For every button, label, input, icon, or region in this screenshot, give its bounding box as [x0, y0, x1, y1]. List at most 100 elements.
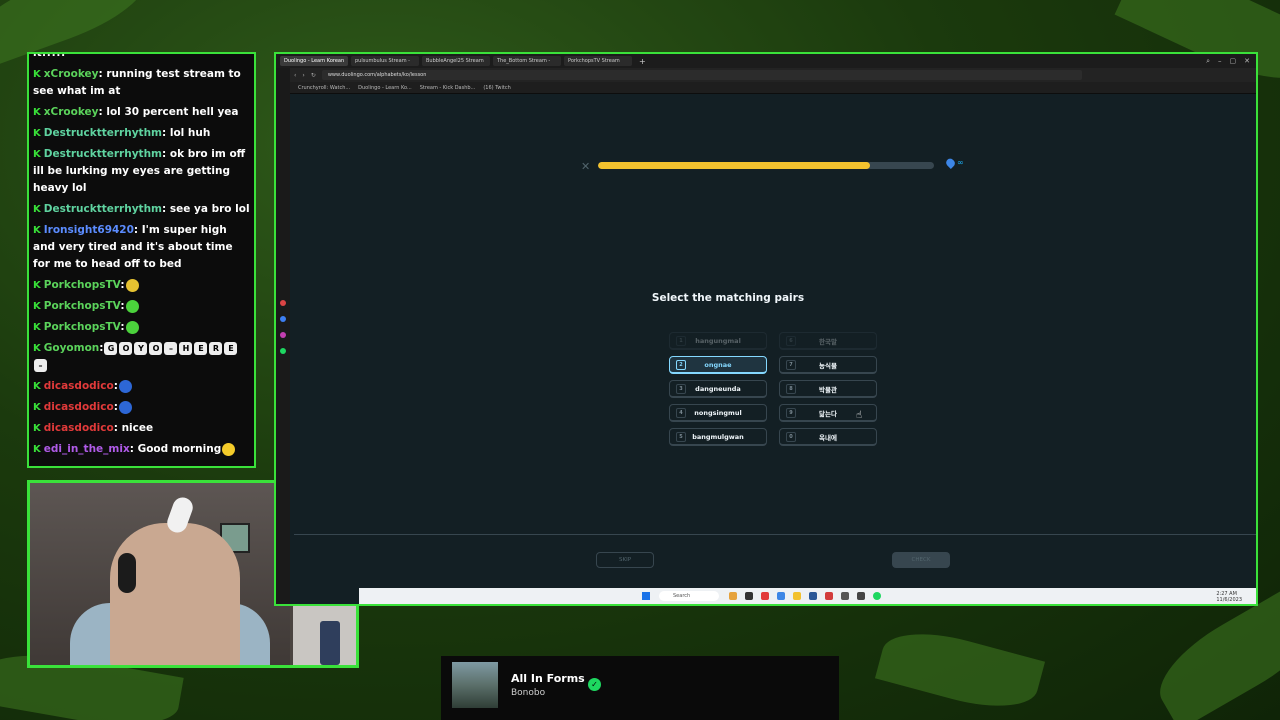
chat-message: KxCrookey: lol 30 percent hell yea — [33, 102, 250, 123]
chat-text: : lol huh — [162, 127, 211, 139]
taskbar-app-icon[interactable] — [793, 592, 801, 600]
chat-username[interactable]: Goyomon — [44, 342, 100, 354]
reload-icon[interactable]: ↻ — [311, 72, 316, 79]
browser-tabbar: Duolingo - Learn Korean pulsumbulus Stre… — [276, 54, 1256, 68]
minimize-icon[interactable]: – — [1218, 57, 1222, 66]
hangul-card[interactable]: 0 옥내에 — [779, 428, 877, 446]
bookmark-item[interactable]: Duolingo - Learn Ko... — [358, 85, 412, 91]
messenger-icon[interactable] — [280, 316, 286, 322]
back-icon[interactable]: ‹ — [294, 72, 296, 79]
romanization-card[interactable]: 2 ongnae — [669, 356, 767, 374]
windows-start-icon[interactable] — [642, 592, 650, 600]
hangul-card[interactable]: 8 박물관 — [779, 380, 877, 398]
system-tray-clock[interactable]: 2:27 AM 11/6/2023 — [1216, 591, 1242, 603]
card-number: 9 — [786, 407, 796, 418]
skip-button[interactable]: SKIP — [596, 552, 654, 568]
sub-badge-icon: K — [33, 402, 41, 413]
bookmark-item[interactable]: Stream - Kick Dashb... — [420, 85, 476, 91]
heart-icon — [944, 156, 957, 169]
close-lesson-icon[interactable]: ✕ — [581, 160, 590, 173]
bookmark-item[interactable]: Crunchyroll: Watch... — [298, 85, 350, 91]
sub-badge-icon: K — [33, 423, 41, 434]
chat-username[interactable]: Ironsight69420 — [44, 224, 134, 236]
browser-window: Duolingo - Learn Korean pulsumbulus Stre… — [274, 52, 1258, 606]
mouse-cursor-icon: ☝ — [856, 410, 863, 421]
taskbar-app-icon[interactable] — [809, 592, 817, 600]
sub-badge-icon: K — [33, 280, 41, 291]
chat-key-emote: E — [224, 341, 238, 355]
taskbar-app-icon[interactable] — [761, 592, 769, 600]
chat-message: K Ironsight69420: I'm super high and very… — [33, 220, 250, 275]
taskbar-app-icon[interactable] — [777, 592, 785, 600]
sub-badge-icon: K — [33, 343, 41, 354]
chat-text: : Good morning — [129, 443, 222, 455]
sub-badge-icon: K — [33, 149, 41, 160]
chat-text: : — [113, 380, 118, 392]
chat-key-emote: E — [194, 341, 208, 355]
card-number: 0 — [786, 431, 796, 442]
chat-emote-icon — [118, 379, 132, 393]
taskbar-app-icon[interactable] — [841, 592, 849, 600]
taskbar-app-icon[interactable] — [857, 592, 865, 600]
taskbar-app-icon[interactable] — [745, 592, 753, 600]
chat-username[interactable]: xCrookey — [44, 106, 99, 118]
hangul-card[interactable]: 7 농식물 — [779, 356, 877, 374]
stream-chat: folders etcKxCrookey: damnnnnn bro get i… — [27, 52, 256, 468]
chat-key-emote: H — [179, 341, 193, 355]
taskbar-app-icon[interactable] — [729, 592, 737, 600]
chat-message: K PorkchopsTV: — [33, 296, 250, 317]
chat-username[interactable]: PorkchopsTV — [44, 300, 121, 312]
url-field[interactable]: www.duolingo.com/alphabets/ko/lesson — [321, 70, 1082, 80]
chat-message: K Destrucktterrhythm: see ya bro lol — [33, 199, 250, 220]
forward-icon[interactable]: › — [302, 72, 304, 79]
sub-badge-icon: K — [33, 301, 41, 312]
romanization-card[interactable]: 4 nongsingmul — [669, 404, 767, 422]
instagram-icon[interactable] — [280, 332, 286, 338]
sub-badge-icon: K — [33, 225, 41, 236]
maximize-icon[interactable]: ▢ — [1230, 57, 1237, 66]
chat-username[interactable]: PorkchopsTV — [44, 279, 121, 291]
chat-text: : damnnnnn bro get it!!!!! — [33, 52, 66, 59]
hearts-counter: ∞ — [944, 156, 964, 169]
sub-badge-icon: K — [33, 107, 41, 118]
hangul-card[interactable]: 9 닮는다 — [779, 404, 877, 422]
browser-tab[interactable]: pulsumbulus Stream - — [351, 56, 419, 66]
card-number: 3 — [676, 383, 686, 394]
browser-tab[interactable]: PorkchopsTV Stream — [564, 56, 632, 66]
new-tab-icon[interactable]: + — [635, 57, 646, 66]
sidebar-app-icon[interactable] — [280, 300, 286, 306]
windows-taskbar: Search 2:27 AM 11/6/2023 — [359, 588, 1256, 604]
chat-username[interactable]: dicasdodico — [44, 422, 114, 434]
chat-message: K PorkchopsTV: — [33, 317, 250, 338]
chat-text: : — [120, 279, 125, 291]
sub-badge-icon: K — [33, 381, 41, 392]
window-controls: ⌕ – ▢ ✕ — [1206, 57, 1256, 66]
taskbar-search[interactable]: Search — [659, 591, 719, 601]
check-button[interactable]: CHECK — [892, 552, 950, 568]
chat-message: Kdicasdodico: — [33, 376, 250, 397]
chat-username[interactable]: dicasdodico — [44, 380, 114, 392]
chat-message: K PorkchopsTV: — [33, 275, 250, 296]
chat-message: KxCrookey: damnnnnn bro get it!!!!! — [33, 52, 250, 64]
chat-username[interactable]: Destrucktterrhythm — [44, 203, 162, 215]
chat-emote-icon — [125, 278, 139, 292]
romanization-card[interactable]: 3 dangneunda — [669, 380, 767, 398]
chat-text: : — [113, 401, 118, 413]
bookmark-item[interactable]: (16) Twitch — [483, 85, 510, 91]
browser-tab[interactable]: BubbleAngel25 Stream — [422, 56, 490, 66]
romanization-card[interactable]: 5 bangmulgwan — [669, 428, 767, 446]
chat-text: : nicee — [113, 422, 154, 434]
chat-username[interactable]: Destrucktterrhythm — [44, 127, 162, 139]
search-tabs-icon[interactable]: ⌕ — [1206, 57, 1210, 66]
chat-username[interactable]: PorkchopsTV — [44, 321, 121, 333]
chat-username[interactable]: xCrookey — [44, 68, 99, 80]
browser-tab[interactable]: The_Bottom Stream - — [493, 56, 561, 66]
chat-username[interactable]: edi_in_the_mix — [44, 443, 130, 455]
close-window-icon[interactable]: ✕ — [1244, 57, 1250, 66]
spotify-icon[interactable] — [280, 348, 286, 354]
chat-username[interactable]: Destrucktterrhythm — [44, 148, 162, 160]
taskbar-app-icon[interactable] — [825, 592, 833, 600]
chat-username[interactable]: dicasdodico — [44, 401, 114, 413]
spotify-taskbar-icon[interactable] — [873, 592, 881, 600]
browser-tab[interactable]: Duolingo - Learn Korean — [280, 56, 348, 66]
